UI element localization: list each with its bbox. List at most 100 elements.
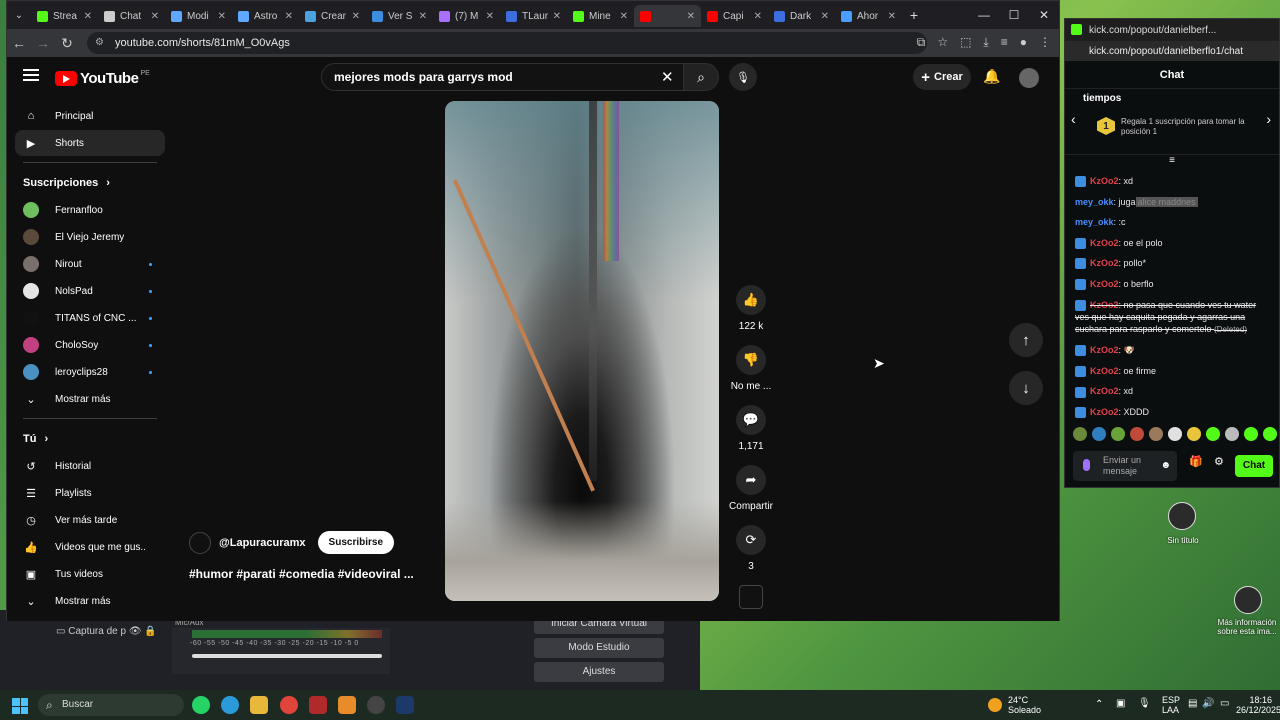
chat-message-input[interactable]: Enviar un mensaje ☻ [1073,451,1177,481]
send-chat-button[interactable]: Chat [1235,455,1273,477]
browser-tab[interactable]: ✕ [634,5,701,27]
language-indicator[interactable]: ESP LAA [1162,695,1180,715]
audio-source-thumbnail[interactable] [739,585,763,609]
tab-search-icon[interactable]: ⌄ [7,10,31,21]
reload-icon[interactable]: ↻ [55,35,79,52]
browser-tab[interactable]: Mine ✕ [567,5,634,27]
emote-icon[interactable] [1263,427,1277,441]
chat-username[interactable]: KzOo2 [1090,258,1119,268]
subscription-item[interactable]: Nirout [15,251,165,277]
site-info-icon[interactable]: ⚙ [95,37,104,48]
weather-widget[interactable]: 24°C Soleado [1008,695,1041,715]
browser-tab[interactable]: Dark ✕ [768,5,835,27]
chat-username[interactable]: KzOo2 [1090,345,1119,355]
emote-icon[interactable] [1092,427,1106,441]
gift-icon[interactable]: 🎁 [1189,455,1203,468]
chat-username[interactable]: KzOo2 [1090,366,1119,376]
short-hashtags[interactable]: #humor #parati #comedia #videoviral ... [189,567,414,581]
browser-tab[interactable]: Modi ✕ [165,5,232,27]
network-icon[interactable]: ▤ [1188,699,1197,709]
emote-icon[interactable] [1168,427,1182,441]
steam-icon[interactable] [396,696,414,714]
back-icon[interactable]: ← [7,35,31,51]
channel-name[interactable]: @Lapuracuramx [219,537,306,549]
search-button[interactable]: ⌕ [683,63,719,91]
emote-icon[interactable] [1225,427,1239,441]
maximize-icon[interactable]: ☐ [999,1,1029,29]
create-button[interactable]: + Crear [913,64,971,90]
you-show-more[interactable]: ⌄ Mostrar más [15,588,165,614]
sidebar-item-you[interactable]: ◷ Ver más tarde [15,507,165,533]
browser-tab[interactable]: Crear ✕ [299,5,366,27]
desktop-file-icon[interactable] [1168,502,1196,530]
tray-chevron-icon[interactable]: ⌃ [1095,700,1103,710]
close-window-icon[interactable]: ✕ [1029,1,1059,29]
emoji-icon[interactable]: ☻ [1160,460,1171,471]
obs-volume-slider[interactable] [192,654,382,658]
chat-username[interactable]: KzOo2 [1090,176,1119,186]
windows-start-icon[interactable] [12,698,28,714]
extensions-icon[interactable]: ⬚ [960,35,971,50]
browser-tab[interactable]: Capi ✕ [701,5,768,27]
mic-icon[interactable] [1083,459,1090,471]
chat-username[interactable]: mey_okk [1075,217,1114,227]
weather-sun-icon[interactable] [988,698,1002,712]
youtube-logo[interactable]: YouTube PE [55,70,150,87]
subscription-item[interactable]: TITANS of CNC ... [15,305,165,331]
edge-icon[interactable] [221,696,239,714]
short-video-player[interactable] [445,101,719,601]
tab-close-icon[interactable]: ✕ [218,11,226,22]
subscription-item[interactable]: leroyclips28 [15,359,165,385]
taskbar-search[interactable]: Buscar [38,694,184,716]
tab-close-icon[interactable]: ✕ [419,11,427,22]
profile-icon[interactable]: ● [1020,35,1027,50]
emote-icon[interactable] [1206,427,1220,441]
browser-tab[interactable]: Ver S ✕ [366,5,433,27]
comments-button[interactable]: 💬 [736,405,766,435]
emote-icon[interactable] [1130,427,1144,441]
chevron-left-icon[interactable]: ‹ [1071,111,1076,127]
clear-search-icon[interactable]: ✕ [661,68,674,86]
obs-icon[interactable] [367,696,385,714]
subscription-item[interactable]: Fernanfloo [15,197,165,223]
sidebar-item-shorts[interactable]: ▶ Shorts [15,130,165,156]
spotlight-camera-icon[interactable] [1234,586,1262,614]
tab-close-icon[interactable]: ✕ [151,11,159,22]
hamburger-menu-icon[interactable] [23,69,39,81]
chat-filter-icon[interactable]: ≡ [1065,155,1279,171]
whatsapp-icon[interactable] [192,696,210,714]
obs-source-capture[interactable]: ▭ Captura de p 👁 🔒 [56,626,157,637]
sidebar-item-principal[interactable]: ⌂ Principal [15,103,165,129]
voice-search-button[interactable]: 🎙 [729,63,757,91]
media-icon[interactable]: ≡ [1001,35,1008,50]
dislike-button[interactable]: 👎 [736,345,766,375]
chat-username[interactable]: mey_okk [1075,197,1114,207]
forward-icon[interactable]: → [31,35,55,51]
subs-show-more[interactable]: ⌄ Mostrar más [15,386,165,412]
minimize-icon[interactable]: — [969,1,999,29]
sidebar-item-you[interactable]: 👍 Videos que me gus... [15,534,165,560]
download-icon[interactable]: ⤓ [983,35,988,50]
previous-short-button[interactable]: ↑ [1009,323,1043,357]
sidebar-item-you[interactable]: ☰ Playlists [15,480,165,506]
emote-icon[interactable] [1073,427,1087,441]
emote-icon[interactable] [1149,427,1163,441]
chrome-icon[interactable] [280,696,298,714]
clock[interactable]: 18:16 26/12/2025 [1236,695,1280,715]
search-input[interactable]: mejores mods para garrys mod [321,63,685,91]
game-app-icon[interactable] [309,696,327,714]
subscribe-button[interactable]: Suscribirse [317,531,395,554]
notifications-bell-icon[interactable]: 🔔 [983,68,1000,85]
remix-button[interactable]: ⟳ [736,525,766,555]
browser-tab[interactable]: Astro ✕ [232,5,299,27]
chat-username[interactable]: KzOo2 [1090,300,1119,310]
battery-icon[interactable]: ▭ [1220,699,1229,709]
browser-tab[interactable]: (7) M ✕ [433,5,500,27]
subscription-item[interactable]: El Viejo Jeremy [15,224,165,250]
like-button[interactable]: 👍 [736,285,766,315]
obs-settings-button[interactable]: Ajustes [534,662,664,682]
subscription-item[interactable]: CholoSoy [15,332,165,358]
emote-icon[interactable] [1111,427,1125,441]
url-field[interactable]: ⚙ youtube.com/shorts/81mM_O0vAgs [87,32,927,54]
tab-close-icon[interactable]: ✕ [352,11,360,22]
